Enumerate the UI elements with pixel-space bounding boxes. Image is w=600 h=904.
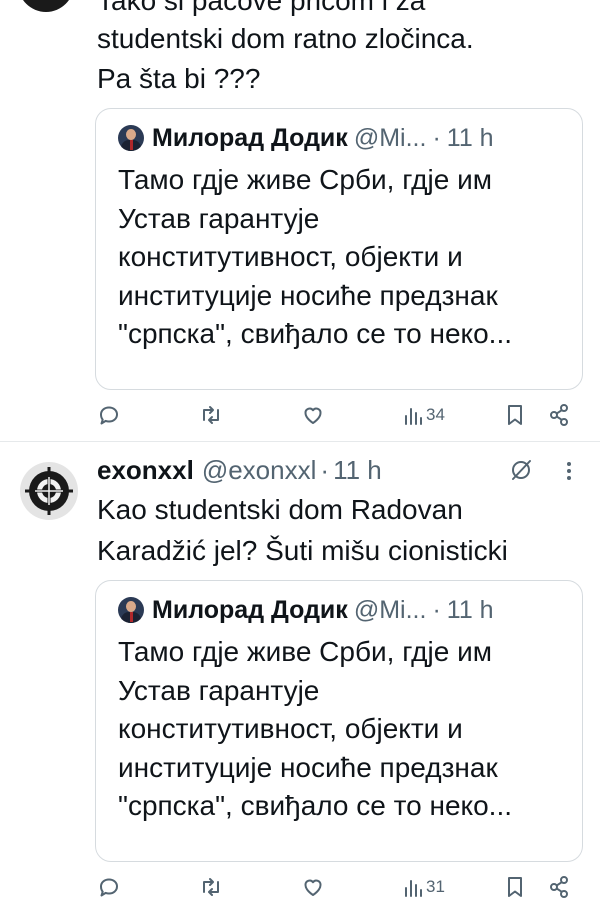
quote-text-line: Тамо гдје живе Срби, гдје им <box>118 636 492 667</box>
reply-icon <box>100 406 118 425</box>
quote-author-handle[interactable]: @Mi... <box>354 596 427 625</box>
separator-dot: · <box>320 454 330 485</box>
author-name[interactable]: exonxxl <box>97 455 194 486</box>
share-icon <box>550 404 568 426</box>
quote-text-line: конститутивност, објекти и <box>118 713 463 744</box>
quote-avatar[interactable] <box>118 125 144 151</box>
tweet-divider <box>0 441 600 442</box>
grok-button[interactable] <box>509 457 535 483</box>
reply-icon <box>100 878 118 897</box>
quote-author-name[interactable]: Милорад Додик <box>152 124 348 153</box>
quote-author-name[interactable]: Милорад Додик <box>152 596 348 625</box>
retweet-icon <box>203 878 219 896</box>
share-button[interactable] <box>548 870 570 904</box>
like-icon <box>304 879 322 896</box>
quote-text: Тамо гдје живе Срби, гдје им Устав гаран… <box>118 633 568 826</box>
tweet-2-avatar[interactable] <box>20 462 78 520</box>
share-icon <box>550 876 568 898</box>
quote-header: Милорад Додик @Mi... · 11 h <box>118 595 494 625</box>
avatar-logo <box>25 467 73 515</box>
views-button[interactable]: 34 <box>403 398 445 432</box>
views-count: 34 <box>426 405 445 424</box>
separator-dot: · <box>432 595 441 624</box>
more-button[interactable] <box>562 458 576 484</box>
reply-button[interactable] <box>97 870 121 904</box>
tweet-2-action-bar: 31 <box>0 870 600 904</box>
quote-text-line: Устав гарантује <box>118 674 320 706</box>
tweet-text-line: Pa šta bi ??? <box>97 63 261 94</box>
quote-text-line: институције носиће предзнак <box>118 751 498 783</box>
quote-header: Милорад Додик @Mi... · 11 h <box>118 123 494 153</box>
author-handle[interactable]: @exonxxl <box>202 455 317 486</box>
reply-button[interactable] <box>97 398 121 432</box>
quote-text-line: Устав гарантује <box>118 202 320 234</box>
views-icon <box>405 880 422 897</box>
separator-dot: · <box>432 123 441 152</box>
quote-text-line: "српска", свиђало се то неко... <box>118 790 512 821</box>
quote-text: Тамо гдје живе Срби, гдје им Устав гаран… <box>118 161 568 354</box>
tweet-2-header: exonxxl @exonxxl · 11 h <box>97 452 382 488</box>
tweet-text-line: Kao studentski dom Radovan <box>97 494 463 525</box>
more-icon <box>567 462 571 480</box>
views-icon <box>405 408 422 425</box>
quote-timestamp[interactable]: 11 h <box>447 596 494 625</box>
tweet-1-avatar[interactable] <box>18 0 74 12</box>
quote-tweet-card[interactable]: Милорад Додик @Mi... · 11 h Тамо гдје жи… <box>95 108 583 390</box>
retweet-button[interactable] <box>198 870 224 904</box>
like-button[interactable] <box>301 398 325 432</box>
quote-avatar[interactable] <box>118 597 144 623</box>
share-button[interactable] <box>548 398 570 432</box>
views-button[interactable]: 31 <box>403 870 445 904</box>
bookmark-button[interactable] <box>505 870 525 904</box>
quote-text-line: конститутивност, објекти и <box>118 241 463 272</box>
quote-text-line: Тамо гдје живе Срби, гдје им <box>118 164 492 195</box>
bookmark-icon <box>508 877 522 897</box>
tweet-1-action-bar: 34 <box>0 398 600 432</box>
tweet-text-line: Tako si pacove pricom i za <box>97 0 426 16</box>
quote-text-line: "српска", свиђало се то неко... <box>118 318 512 349</box>
tweet-text-line: Karadžić jel? Šuti mišu cionisticki <box>97 535 508 566</box>
grok-icon <box>512 460 531 480</box>
tweet-timestamp[interactable]: 11 h <box>333 455 382 486</box>
retweet-icon <box>203 406 219 424</box>
like-button[interactable] <box>301 870 325 904</box>
views-count: 31 <box>426 877 445 896</box>
bookmark-icon <box>508 405 522 425</box>
quote-timestamp[interactable]: 11 h <box>447 124 494 153</box>
tweet-text-line: studentski dom ratno zločinca. <box>97 23 474 54</box>
like-icon <box>304 407 322 424</box>
quote-author-handle[interactable]: @Mi... <box>354 124 427 153</box>
quote-text-line: институције носиће предзнак <box>118 279 498 311</box>
bookmark-button[interactable] <box>505 398 525 432</box>
retweet-button[interactable] <box>198 398 224 432</box>
quote-tweet-card[interactable]: Милорад Додик @Mi... · 11 h Тамо гдје жи… <box>95 580 583 862</box>
